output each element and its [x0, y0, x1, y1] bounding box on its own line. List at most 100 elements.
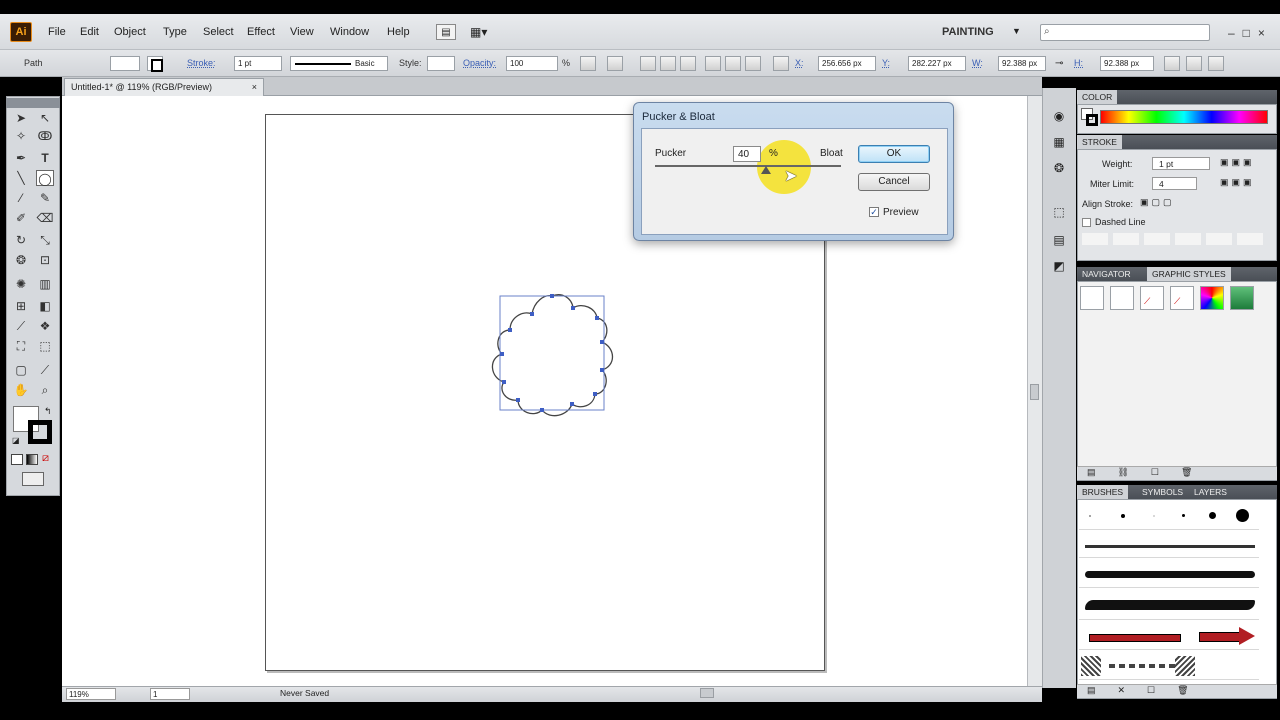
menu-help[interactable]: Help [387, 26, 410, 38]
none-mode-icon[interactable]: ⧄ [42, 452, 49, 465]
magic-wand-tool-icon[interactable]: ✧ [12, 128, 30, 144]
menu-window[interactable]: Window [330, 26, 369, 38]
window-controls[interactable]: –□× [1228, 24, 1276, 42]
screen-mode-icon[interactable] [22, 472, 44, 486]
workspace-switcher[interactable]: PAINTING [942, 26, 994, 38]
graphic-style-default[interactable] [1080, 286, 1104, 310]
hand-tool-icon[interactable]: ✋ [12, 382, 30, 398]
menu-edit[interactable]: Edit [80, 26, 99, 38]
color-panel-tab[interactable]: COLOR [1077, 90, 1118, 104]
eraser-tool-icon[interactable]: ⌫ [36, 210, 54, 226]
live-paint-bucket-tool-icon[interactable]: ⛶ [12, 338, 30, 354]
height-field[interactable]: 92.388 px [1100, 56, 1154, 71]
color-stroke-swatch[interactable] [1086, 114, 1098, 126]
graphic-style-4[interactable]: ⟋ [1170, 286, 1194, 310]
stroke-panel-tab[interactable]: STROKE [1077, 135, 1122, 149]
pucker-bloat-flower-shape[interactable] [480, 286, 625, 426]
graphic-styles-footer[interactable]: ▤⛓☐🗑 [1077, 466, 1277, 480]
transform-icon[interactable] [1164, 56, 1180, 71]
blob-brush-tool-icon[interactable]: ✐ [12, 210, 30, 226]
dash-gap-fields[interactable] [1082, 233, 1268, 245]
close-tab-icon[interactable]: × [252, 79, 257, 96]
eyedropper-tool-icon[interactable]: ⟋ [12, 318, 30, 334]
brush-row-thick[interactable] [1079, 562, 1259, 588]
preview-checkbox[interactable]: ✓ [869, 207, 879, 217]
menu-effect[interactable]: Effect [247, 26, 275, 38]
pencil-tool-icon[interactable]: ✎ [36, 190, 54, 206]
stroke-panel-header[interactable]: STROKE [1077, 135, 1277, 149]
graphic-styles-panel-header[interactable]: NAVIGATOR GRAPHIC STYLES [1077, 267, 1277, 281]
menu-file[interactable]: File [48, 26, 66, 38]
gradient-mode-icon[interactable] [26, 454, 38, 465]
graphic-styles-tab[interactable]: GRAPHIC STYLES [1147, 267, 1231, 281]
brush-row-calligraphic[interactable] [1079, 504, 1259, 530]
horizontal-scroll-thumb[interactable] [700, 688, 714, 698]
menu-type[interactable]: Type [163, 26, 187, 38]
cap-buttons[interactable]: ▣▣▣ [1220, 157, 1270, 170]
symbols-tab[interactable]: SYMBOLS [1137, 485, 1188, 499]
blend-tool-icon[interactable]: ❖ [36, 318, 54, 334]
brush-row-pattern[interactable] [1079, 654, 1259, 680]
align-bottom-icon[interactable] [745, 56, 761, 71]
artboard-tool-icon[interactable]: ▢ [12, 362, 30, 378]
x-label[interactable]: X: [795, 58, 804, 68]
slice-tool-icon[interactable]: ⟋ [36, 362, 54, 378]
rotate-tool-icon[interactable]: ↻ [12, 232, 30, 248]
cancel-button[interactable]: Cancel [858, 173, 930, 191]
align-middle-icon[interactable] [725, 56, 741, 71]
dashed-line-checkbox[interactable] [1082, 218, 1091, 227]
document-tab[interactable]: Untitled-1* @ 119% (RGB/Preview) × [64, 78, 264, 96]
type-tool-icon[interactable]: T [36, 150, 54, 166]
menu-object[interactable]: Object [114, 26, 146, 38]
pucker-bloat-value-field[interactable]: 40 [733, 146, 761, 162]
brush-definition-dropdown[interactable]: Basic [290, 56, 388, 71]
weight-field[interactable]: 1 pt [1152, 157, 1210, 170]
pathfinder-icon[interactable]: ◩ [1050, 258, 1068, 274]
appearance-icon[interactable]: ❂ [1050, 160, 1068, 176]
brush-row-charcoal[interactable] [1079, 536, 1259, 558]
align-right-icon[interactable] [680, 56, 696, 71]
scale-tool-icon[interactable]: ⤡ [36, 232, 54, 248]
swatches-icon[interactable]: ▦ [1050, 134, 1068, 150]
transform-panel-icon[interactable]: ⬚ [1050, 204, 1068, 220]
status-text[interactable]: Never Saved [280, 688, 329, 698]
tools-panel-grip[interactable] [6, 98, 60, 108]
stroke-panel-link[interactable]: Stroke: [187, 58, 216, 68]
color-mode-icon[interactable] [11, 454, 23, 465]
brush-row-arrow[interactable] [1079, 622, 1259, 650]
artboard-number-field[interactable]: 1 [150, 688, 190, 700]
color-spectrum[interactable] [1100, 110, 1268, 124]
opacity-field[interactable]: 100 [506, 56, 558, 71]
gradient-tool-icon[interactable]: ◧ [36, 298, 54, 314]
bridge-icon[interactable]: ▤ [436, 24, 456, 40]
search-input[interactable]: ⌕ [1040, 24, 1210, 41]
graphic-style-3[interactable]: ⟋ [1140, 286, 1164, 310]
align-stroke-buttons[interactable]: ▣▢▢ [1140, 197, 1190, 210]
align-center-icon[interactable] [660, 56, 676, 71]
vertical-scroll-thumb[interactable] [1030, 384, 1039, 400]
pucker-bloat-slider-thumb[interactable] [761, 166, 771, 174]
paintbrush-tool-icon[interactable]: ⁄ [12, 190, 30, 206]
align-panel-icon[interactable]: ▤ [1050, 232, 1068, 248]
free-transform-tool-icon[interactable]: ⊡ [36, 252, 54, 268]
ok-button[interactable]: OK [858, 145, 930, 163]
x-field[interactable]: 256.656 px [818, 56, 876, 71]
layers-tab[interactable]: LAYERS [1189, 485, 1232, 499]
isolate-icon[interactable] [1186, 56, 1202, 71]
menu-view[interactable]: View [290, 26, 314, 38]
warp-tool-icon[interactable]: ❂ [12, 252, 30, 268]
brushes-footer[interactable]: ▤✕☐🗑 [1077, 684, 1277, 698]
w-label[interactable]: W: [972, 58, 983, 68]
y-field[interactable]: 282.227 px [908, 56, 966, 71]
brushes-tab[interactable]: BRUSHES [1077, 485, 1129, 499]
join-buttons[interactable]: ▣▣▣ [1220, 177, 1270, 190]
opacity-panel-link[interactable]: Opacity: [463, 58, 496, 68]
reference-point-icon[interactable] [773, 56, 789, 71]
y-label[interactable]: Y: [882, 58, 890, 68]
graphic-style-picker[interactable] [427, 56, 455, 71]
color-guide-icon[interactable]: ◉ [1050, 108, 1068, 124]
h-label[interactable]: H: [1074, 58, 1083, 68]
lasso-tool-icon[interactable]: ↂ [36, 128, 54, 144]
line-tool-icon[interactable]: ╲ [12, 170, 30, 186]
graphic-style-green[interactable] [1230, 286, 1254, 310]
